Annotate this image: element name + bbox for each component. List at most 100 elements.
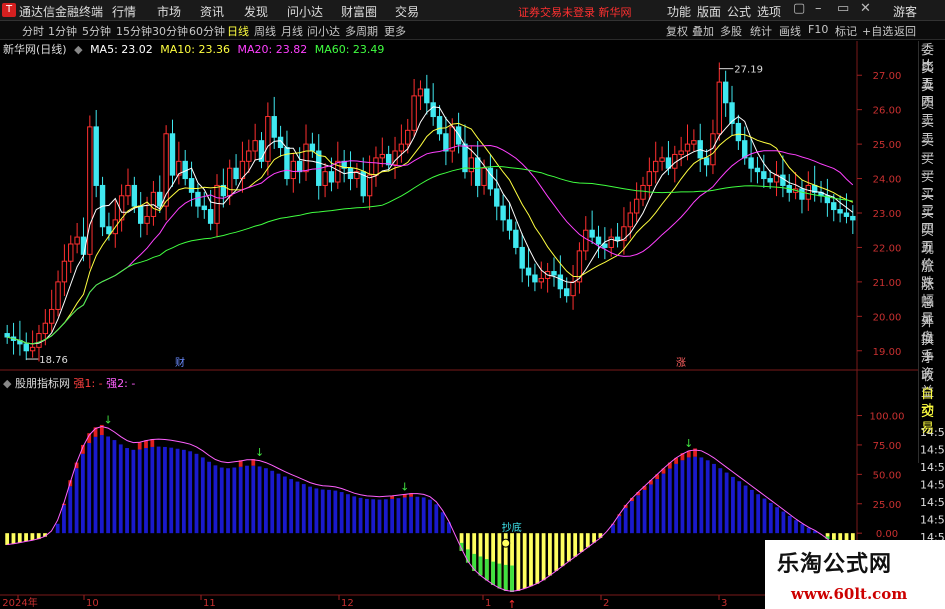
ind-bar-yellow [24,533,28,542]
candle-body [271,116,277,138]
ind-bar-blue [655,479,660,534]
candle-body [799,188,805,200]
y-tick-label-2: 21.00 [873,278,902,289]
ind-bar-yellow [535,533,540,584]
x-tick-label-5: 2 [603,598,609,609]
price-chart[interactable]: 19.0020.0021.0022.0023.0024.0025.0026.00… [0,0,945,609]
y-tick-label-4: 23.00 [873,209,902,220]
x-tick-label-1: 10 [86,598,99,609]
candle-body [837,209,843,214]
ma5-line [7,106,854,345]
ind-bar-blue [737,481,742,534]
ind-bar-blue [289,479,294,534]
ind-bar-blue [232,467,237,534]
candle-body [443,133,449,152]
candle-body [398,143,405,152]
ind-bar-blue [371,499,376,534]
candle-body [157,191,163,207]
candle-body [125,184,131,197]
candle-body [659,157,665,162]
ma10-line [7,122,853,345]
ind-bar-blue [226,468,230,534]
ind-bar-blue [680,460,685,534]
ind-bar-yellow [579,533,584,552]
candle-body [570,281,576,297]
candle-body [646,171,653,186]
candle-body [328,171,335,183]
candle-body [474,157,481,186]
ind-bar-blue [68,486,73,534]
ind-y-tick-label-4: 0.00 [876,529,898,540]
candle-body [595,236,602,245]
ind-bar-blue [800,524,805,534]
ind-bar-blue [163,446,167,534]
ind-bar-blue [62,505,66,534]
candle-body [290,160,296,180]
side-time-3: 14:56 [920,479,945,492]
low-price-label: 18.76 [39,355,68,366]
ind-bar-yellow [541,533,546,581]
candle-body [722,81,729,104]
candle-body [207,209,214,224]
ind-bar-blue [156,446,161,534]
candle-body [347,167,354,180]
candle-body [735,122,742,142]
x-tick-label-2: 11 [203,598,216,609]
candle-body [564,288,570,297]
ind-bar-blue [712,463,716,534]
candle-body [373,157,379,176]
candle-body [405,129,411,145]
ind-bar-blue [200,457,205,534]
ind-bar-blue [251,465,256,534]
ind-bar-green [497,563,502,589]
ind-bar-blue [131,449,136,534]
ind-bar-blue [276,473,281,534]
x-tick-label-4: 1 [485,598,491,609]
ind-bar-blue [213,465,218,534]
candle-body [296,160,303,173]
candle-body [4,333,10,338]
candle-body [106,226,112,235]
ind-bar-yellow [5,533,10,545]
ind-bar-yellow [566,533,571,562]
ind-bar-yellow [11,533,16,544]
ind-bar-blue [333,490,338,534]
event-marker-cai: 财 [175,356,185,369]
ind-bar-blue [320,489,325,534]
candle-body [188,178,195,193]
ind-bar-blue [327,489,331,534]
ind-bar-blue [415,496,420,534]
y-tick-label-6: 25.00 [873,140,902,151]
candle-body [36,333,42,348]
ind-bar-blue [806,527,811,534]
candle-body [61,260,68,283]
candle-body [850,215,856,221]
candle-body [131,184,138,207]
ind-bar-blue [346,494,350,534]
candle-body [551,271,557,276]
ind-bar-blue [144,448,148,534]
ind-bar-blue [364,498,369,534]
ind-bar-blue [686,457,691,534]
candle-body [716,81,722,135]
candle-body [513,229,519,248]
ind-bar-yellow [560,533,565,567]
x-tick-label-3: 12 [341,598,354,609]
ind-bar-blue [219,467,224,534]
candle-body [68,243,74,262]
candle-body [93,126,99,186]
ind-bar-green [510,565,514,592]
candle-body [481,167,487,186]
candle-body [500,205,506,221]
ind-bar-blue [661,473,666,534]
side-item-20[interactable]: 交易 [921,405,945,437]
ind-bar-blue [80,453,85,534]
candle-body [589,229,595,238]
ind-bar-blue [667,468,672,534]
ind-bar-blue [409,496,413,534]
candle-body [843,212,850,217]
ind-bar-blue [377,499,382,534]
candle-body [48,308,55,324]
candle-body [761,171,767,180]
ind-bar-blue [724,472,729,534]
